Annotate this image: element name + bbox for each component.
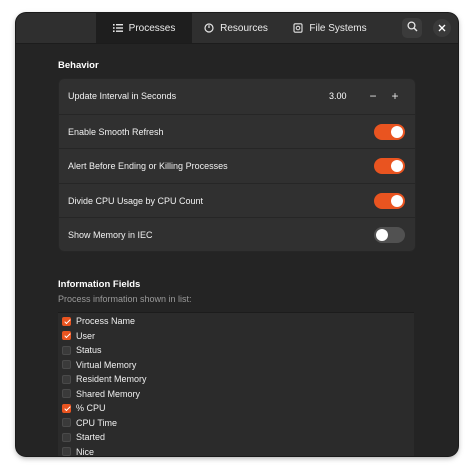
- close-icon: [438, 19, 446, 37]
- checkbox[interactable]: [62, 360, 71, 370]
- smooth-refresh-row: Enable Smooth Refresh: [59, 114, 415, 149]
- list-item-label: % CPU: [76, 403, 106, 414]
- divide-cpu-row: Divide CPU Usage by CPU Count: [59, 183, 415, 218]
- close-button[interactable]: [433, 19, 451, 37]
- switch-knob: [391, 126, 403, 138]
- divide-cpu-switch[interactable]: [374, 193, 405, 209]
- list-item-label: Shared Memory: [76, 388, 141, 399]
- list-item[interactable]: Shared Memory: [58, 387, 414, 402]
- tab-processes-label: Processes: [128, 22, 176, 34]
- smooth-refresh-label: Enable Smooth Refresh: [68, 127, 164, 137]
- update-interval-row: Update Interval in Seconds 3.00 − +: [59, 79, 415, 113]
- gauge-icon: [204, 23, 214, 33]
- checkbox[interactable]: [62, 447, 71, 456]
- header-bar: Processes Resources File Systems: [16, 13, 458, 44]
- info-fields-title: Information Fields: [58, 279, 141, 290]
- list-item[interactable]: Process Name: [58, 314, 414, 329]
- list-icon: [112, 23, 123, 33]
- list-item[interactable]: % CPU: [58, 401, 414, 416]
- alert-row: Alert Before Ending or Killing Processes: [59, 148, 415, 183]
- divide-cpu-label: Divide CPU Usage by CPU Count: [68, 196, 204, 206]
- list-item-label: Status: [76, 345, 102, 356]
- list-item[interactable]: User: [58, 329, 414, 344]
- list-item[interactable]: Status: [58, 343, 414, 358]
- tab-file-systems[interactable]: File Systems: [280, 13, 380, 43]
- checkbox[interactable]: [62, 345, 71, 355]
- update-interval-value[interactable]: 3.00: [329, 91, 347, 101]
- tab-resources-label: Resources: [220, 22, 268, 34]
- disk-icon: [293, 23, 303, 33]
- list-item-label: User: [76, 330, 96, 341]
- preferences-window: Processes Resources File Systems Behavio…: [16, 13, 458, 456]
- list-item[interactable]: CPU Time: [58, 416, 414, 431]
- info-fields-subtitle: Process information shown in list:: [58, 294, 192, 304]
- alert-switch[interactable]: [374, 158, 405, 174]
- switch-knob: [391, 195, 403, 207]
- list-item-label: Started: [76, 432, 106, 443]
- memory-iec-label: Show Memory in IEC: [68, 230, 153, 240]
- behavior-card: Update Interval in Seconds 3.00 − + Enab…: [58, 78, 416, 252]
- list-item[interactable]: Started: [58, 430, 414, 445]
- checkbox[interactable]: [62, 432, 71, 442]
- checkbox[interactable]: [62, 331, 71, 341]
- tab-resources[interactable]: Resources: [192, 13, 280, 43]
- list-item-label: Virtual Memory: [76, 359, 137, 370]
- checkbox[interactable]: [62, 418, 71, 428]
- alert-label: Alert Before Ending or Killing Processes: [68, 161, 228, 171]
- search-icon: [406, 19, 418, 37]
- switch-knob: [376, 229, 388, 241]
- list-item[interactable]: Virtual Memory: [58, 358, 414, 373]
- smooth-refresh-switch[interactable]: [374, 124, 405, 140]
- tab-processes[interactable]: Processes: [96, 13, 192, 43]
- list-item-label: Process Name: [76, 316, 136, 327]
- list-item-label: CPU Time: [76, 417, 118, 428]
- memory-iec-switch[interactable]: [374, 227, 405, 243]
- tab-file-systems-label: File Systems: [309, 22, 367, 34]
- list-item-label: Nice: [76, 446, 95, 456]
- info-fields-list: Process Name User Status Virtual Memory …: [58, 312, 414, 456]
- memory-iec-row: Show Memory in IEC: [59, 217, 415, 252]
- checkbox[interactable]: [62, 403, 71, 413]
- list-item-label: Resident Memory: [76, 374, 147, 385]
- search-button[interactable]: [402, 18, 422, 38]
- checkbox[interactable]: [62, 389, 71, 399]
- checkbox[interactable]: [62, 374, 71, 384]
- behavior-title: Behavior: [58, 60, 99, 71]
- preferences-content: Behavior Update Interval in Seconds 3.00…: [16, 44, 458, 456]
- switch-knob: [391, 160, 403, 172]
- decrement-button[interactable]: −: [365, 88, 381, 104]
- list-item[interactable]: Resident Memory: [58, 372, 414, 387]
- increment-button[interactable]: +: [387, 88, 403, 104]
- list-item[interactable]: Nice: [58, 445, 414, 456]
- checkbox[interactable]: [62, 316, 71, 326]
- update-interval-label: Update Interval in Seconds: [68, 91, 177, 101]
